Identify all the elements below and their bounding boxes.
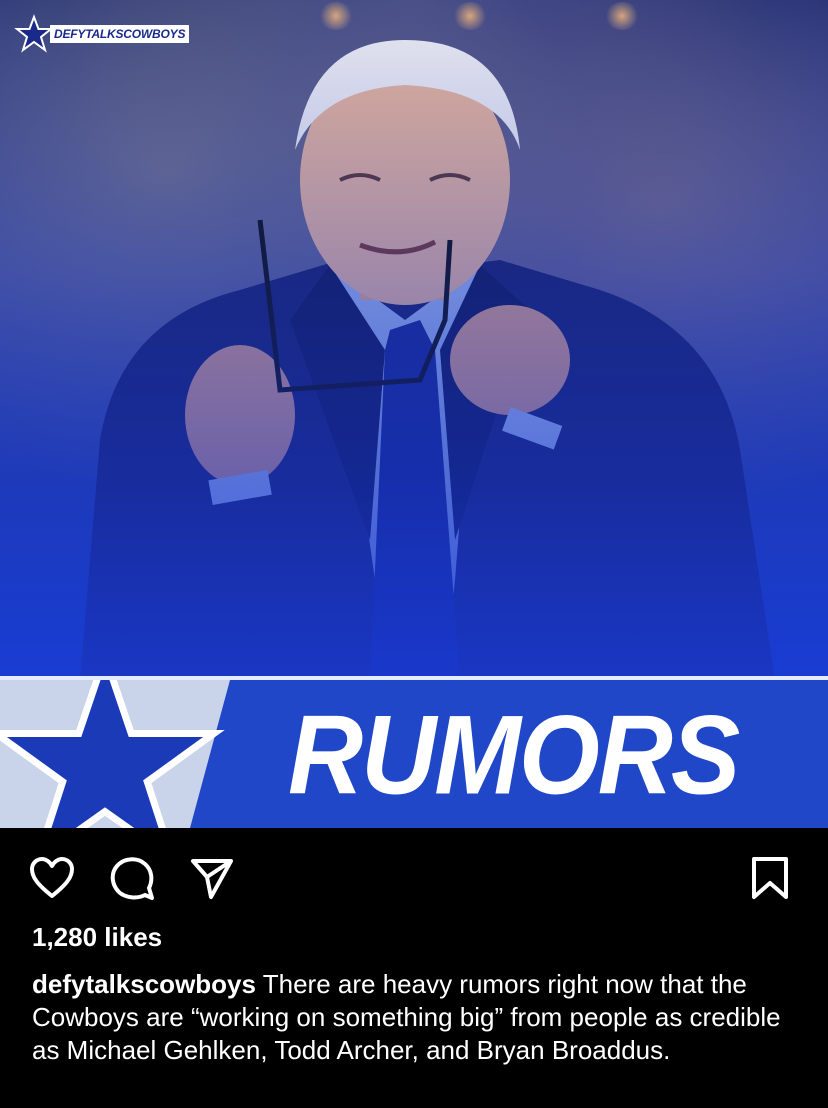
brand-watermark: DEFYTALKSCOWBOYS — [14, 14, 190, 54]
heart-icon — [30, 857, 74, 898]
star-logo-icon — [14, 14, 54, 53]
caption-username[interactable]: defytalkscowboys — [32, 969, 256, 999]
star-icon — [0, 680, 225, 828]
rumors-banner: RUMORS — [0, 680, 828, 828]
share-button[interactable] — [188, 854, 236, 902]
save-button[interactable] — [746, 854, 794, 902]
like-count[interactable]: 1,280 likes — [32, 922, 162, 953]
send-icon — [191, 859, 233, 899]
bookmark-icon — [752, 857, 788, 899]
blue-overlay — [0, 0, 828, 680]
comment-icon — [110, 857, 154, 900]
banner-title: RUMORS — [288, 693, 740, 819]
post-image[interactable]: DEFYTALKSCOWBOYS RUMORS — [0, 0, 828, 828]
comment-button[interactable] — [108, 854, 156, 902]
like-button[interactable] — [28, 854, 76, 902]
post-actions — [0, 848, 828, 908]
post-caption: defytalkscowboys There are heavy rumors … — [32, 968, 792, 1067]
brand-watermark-text: DEFYTALKSCOWBOYS — [50, 25, 190, 43]
